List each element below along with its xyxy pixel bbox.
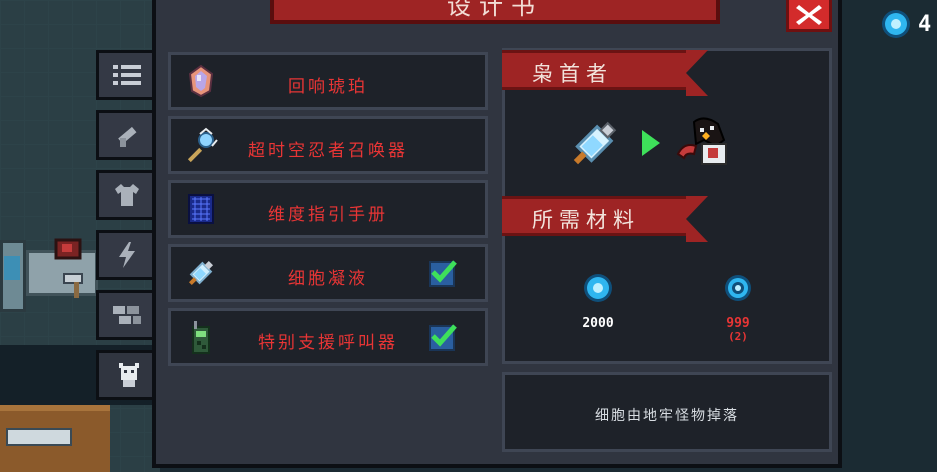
- recipe-item-support-caller[interactable]: 特别支援呼叫器: [168, 308, 488, 366]
- amber-gem-icon: [188, 64, 214, 98]
- shirt-icon: [114, 184, 139, 206]
- book-prop-icon: [54, 238, 82, 260]
- radio-icon: [192, 321, 210, 354]
- syringe-icon: [573, 121, 617, 165]
- target-name: 枭首者: [532, 62, 613, 86]
- headsman-character-icon: [676, 117, 727, 165]
- recipe-list: 回响琥珀 超时空忍者召唤器 维度指引手册 细胞凝液 特别支援呼叫器: [166, 48, 492, 448]
- game-screen: 4 设计书 回响琥珀 超时空忍者召唤器 维度指引手册 细胞凝液 特别支援呼叫器 …: [0, 0, 937, 472]
- materials-ribbon: 所需材料: [502, 196, 708, 242]
- staff-icon: [187, 127, 218, 163]
- manual-icon: [188, 194, 214, 224]
- list-icon: [112, 65, 141, 85]
- page-title: 设计书: [447, 0, 543, 20]
- right-background: [842, 0, 937, 472]
- materials-title: 所需材料: [532, 208, 640, 232]
- checkmark-icon: [431, 324, 457, 347]
- gem-icon: [584, 274, 612, 302]
- recipe-label: 超时空忍者召唤器: [248, 141, 408, 161]
- tab-materials[interactable]: [96, 290, 154, 340]
- material-owned-note: (2): [728, 330, 748, 343]
- cell-icon: [725, 275, 751, 301]
- gem-icon: [882, 10, 910, 38]
- character-icon: [118, 363, 139, 387]
- gem-counter: 4: [880, 8, 931, 40]
- recipe-checkbox[interactable]: [429, 324, 457, 351]
- title-banner: 设计书: [270, 0, 720, 24]
- gem-counter-value: 4: [918, 11, 932, 37]
- recipe-item-dimension-manual[interactable]: 维度指引手册: [168, 180, 488, 238]
- recipe-item-echo-amber[interactable]: 回响琥珀: [168, 52, 488, 110]
- recipe-checkbox[interactable]: [429, 260, 457, 287]
- blocks-icon: [112, 306, 141, 324]
- tab-outfits[interactable]: [96, 170, 154, 220]
- recipe-item-ninja-summoner[interactable]: 超时空忍者召唤器: [168, 116, 488, 174]
- lightning-icon: [118, 242, 135, 268]
- recipe-label: 回响琥珀: [288, 77, 368, 97]
- tab-list[interactable]: [96, 50, 154, 100]
- tab-skills[interactable]: [96, 230, 154, 280]
- recipe-description: 细胞由地牢怪物掉落: [595, 408, 739, 424]
- recipe-label: 细胞凝液: [288, 269, 368, 289]
- material-amount: 2000: [582, 316, 614, 331]
- syringe-icon: [188, 260, 214, 286]
- weapon-icon: [117, 126, 136, 147]
- close-icon: [796, 4, 822, 25]
- material-amount: 999: [726, 316, 750, 331]
- recipe-label: 维度指引手册: [268, 205, 388, 225]
- machine-screen: [4, 256, 20, 280]
- tab-weapons[interactable]: [96, 110, 154, 160]
- hammer-prop-icon: [63, 273, 83, 298]
- description-card: 细胞由地牢怪物掉落: [502, 372, 832, 452]
- arrow-right-icon: [642, 130, 660, 156]
- target-ribbon: 枭首者: [502, 50, 708, 96]
- checkmark-icon: [431, 260, 457, 283]
- recipe-label: 特别支援呼叫器: [258, 333, 398, 353]
- close-button[interactable]: [786, 0, 832, 32]
- tab-characters[interactable]: [96, 350, 158, 400]
- crate-decoration: [6, 428, 72, 446]
- recipe-item-cell-serum[interactable]: 细胞凝液: [168, 244, 488, 302]
